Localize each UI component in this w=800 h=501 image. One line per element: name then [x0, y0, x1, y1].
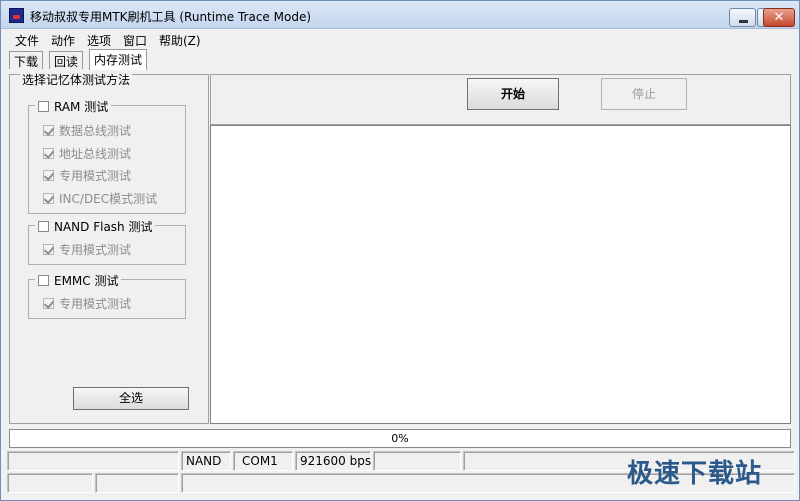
- checkbox-icon: [43, 170, 54, 181]
- option-label: 专用模式测试: [59, 297, 132, 311]
- emmc-option-dedicated[interactable]: 专用模式测试: [43, 295, 131, 312]
- tab-strip: 下载 回读 内存测试: [1, 49, 799, 70]
- emmc-test-checkbox[interactable]: EMMC 测试: [35, 272, 122, 289]
- menu-action[interactable]: 动作: [51, 32, 75, 49]
- status-cell-empty-4: [7, 473, 93, 493]
- option-label: 数据总线测试: [59, 124, 132, 138]
- option-label: 专用模式测试: [59, 243, 132, 257]
- app-window: 移动叔叔专用MTK刷机工具 (Runtime Trace Mode) ✕ 文件 …: [0, 0, 800, 501]
- checkbox-icon: [38, 275, 49, 286]
- option-label: 专用模式测试: [59, 169, 132, 183]
- progress-text: 0%: [391, 432, 409, 445]
- status-port: COM1: [233, 451, 293, 471]
- ram-option-data-bus[interactable]: 数据总线测试: [43, 122, 131, 139]
- test-output-area[interactable]: [210, 125, 791, 424]
- option-label: INC/DEC模式测试: [59, 192, 158, 206]
- nand-test-checkbox[interactable]: NAND Flash 测试: [35, 218, 156, 235]
- option-label: 地址总线测试: [59, 147, 132, 161]
- window-title: 移动叔叔专用MTK刷机工具 (Runtime Trace Mode): [30, 10, 312, 24]
- close-button[interactable]: ✕: [763, 8, 795, 27]
- panel-title: 选择记忆体测试方法: [20, 71, 133, 88]
- nand-option-dedicated[interactable]: 专用模式测试: [43, 241, 131, 258]
- minimize-button[interactable]: [729, 8, 756, 27]
- select-all-button[interactable]: 全选: [73, 387, 189, 410]
- menu-bar: 文件 动作 选项 窗口 帮助(Z): [1, 30, 799, 48]
- close-icon: ✕: [773, 10, 785, 25]
- ram-option-dedicated[interactable]: 专用模式测试: [43, 167, 131, 184]
- memory-test-method-panel: 选择记忆体测试方法 RAM 测试 数据总线测试 地址总线测试 专用模式测试 IN…: [9, 71, 209, 424]
- ram-option-address-bus[interactable]: 地址总线测试: [43, 145, 131, 162]
- checkbox-icon: [43, 148, 54, 159]
- start-button[interactable]: 开始: [467, 78, 559, 110]
- emmc-test-group: EMMC 测试 专用模式测试: [28, 272, 186, 319]
- status-storage: NAND: [181, 451, 231, 471]
- menu-window[interactable]: 窗口: [123, 32, 147, 49]
- checkbox-icon: [43, 193, 54, 204]
- ram-test-group: RAM 测试 数据总线测试 地址总线测试 专用模式测试 INC/DEC模式测试: [28, 98, 186, 214]
- progress-bar: 0%: [9, 429, 791, 448]
- status-cell-empty-2: [373, 451, 461, 471]
- status-cell-empty-5: [95, 473, 179, 493]
- menu-file[interactable]: 文件: [15, 32, 39, 49]
- emmc-test-label: EMMC 测试: [54, 274, 119, 288]
- tab-readback[interactable]: 回读: [49, 51, 84, 69]
- checkbox-icon: [38, 101, 49, 112]
- app-icon[interactable]: [9, 8, 24, 23]
- ram-option-inc-dec[interactable]: INC/DEC模式测试: [43, 190, 157, 207]
- tab-download[interactable]: 下载: [9, 51, 44, 69]
- tab-memory-test[interactable]: 内存测试: [89, 49, 148, 70]
- minimize-icon: [739, 20, 748, 23]
- nand-test-label: NAND Flash 测试: [54, 220, 153, 234]
- status-cell-empty-1: [7, 451, 179, 471]
- nand-test-group: NAND Flash 测试 专用模式测试: [28, 218, 186, 265]
- checkbox-icon: [43, 125, 54, 136]
- status-baud: 921600 bps: [295, 451, 371, 471]
- menu-options[interactable]: 选项: [87, 32, 111, 49]
- checkbox-icon: [38, 221, 49, 232]
- ram-test-checkbox[interactable]: RAM 测试: [35, 98, 112, 115]
- checkbox-icon: [43, 298, 54, 309]
- checkbox-icon: [43, 244, 54, 255]
- title-bar[interactable]: 移动叔叔专用MTK刷机工具 (Runtime Trace Mode) ✕: [1, 1, 799, 29]
- stop-button[interactable]: 停止: [601, 78, 687, 110]
- menu-help[interactable]: 帮助(Z): [159, 32, 201, 49]
- action-bar: 开始 停止: [210, 74, 791, 125]
- ram-test-label: RAM 测试: [54, 100, 109, 114]
- watermark-logo: 极速下载站: [627, 459, 763, 489]
